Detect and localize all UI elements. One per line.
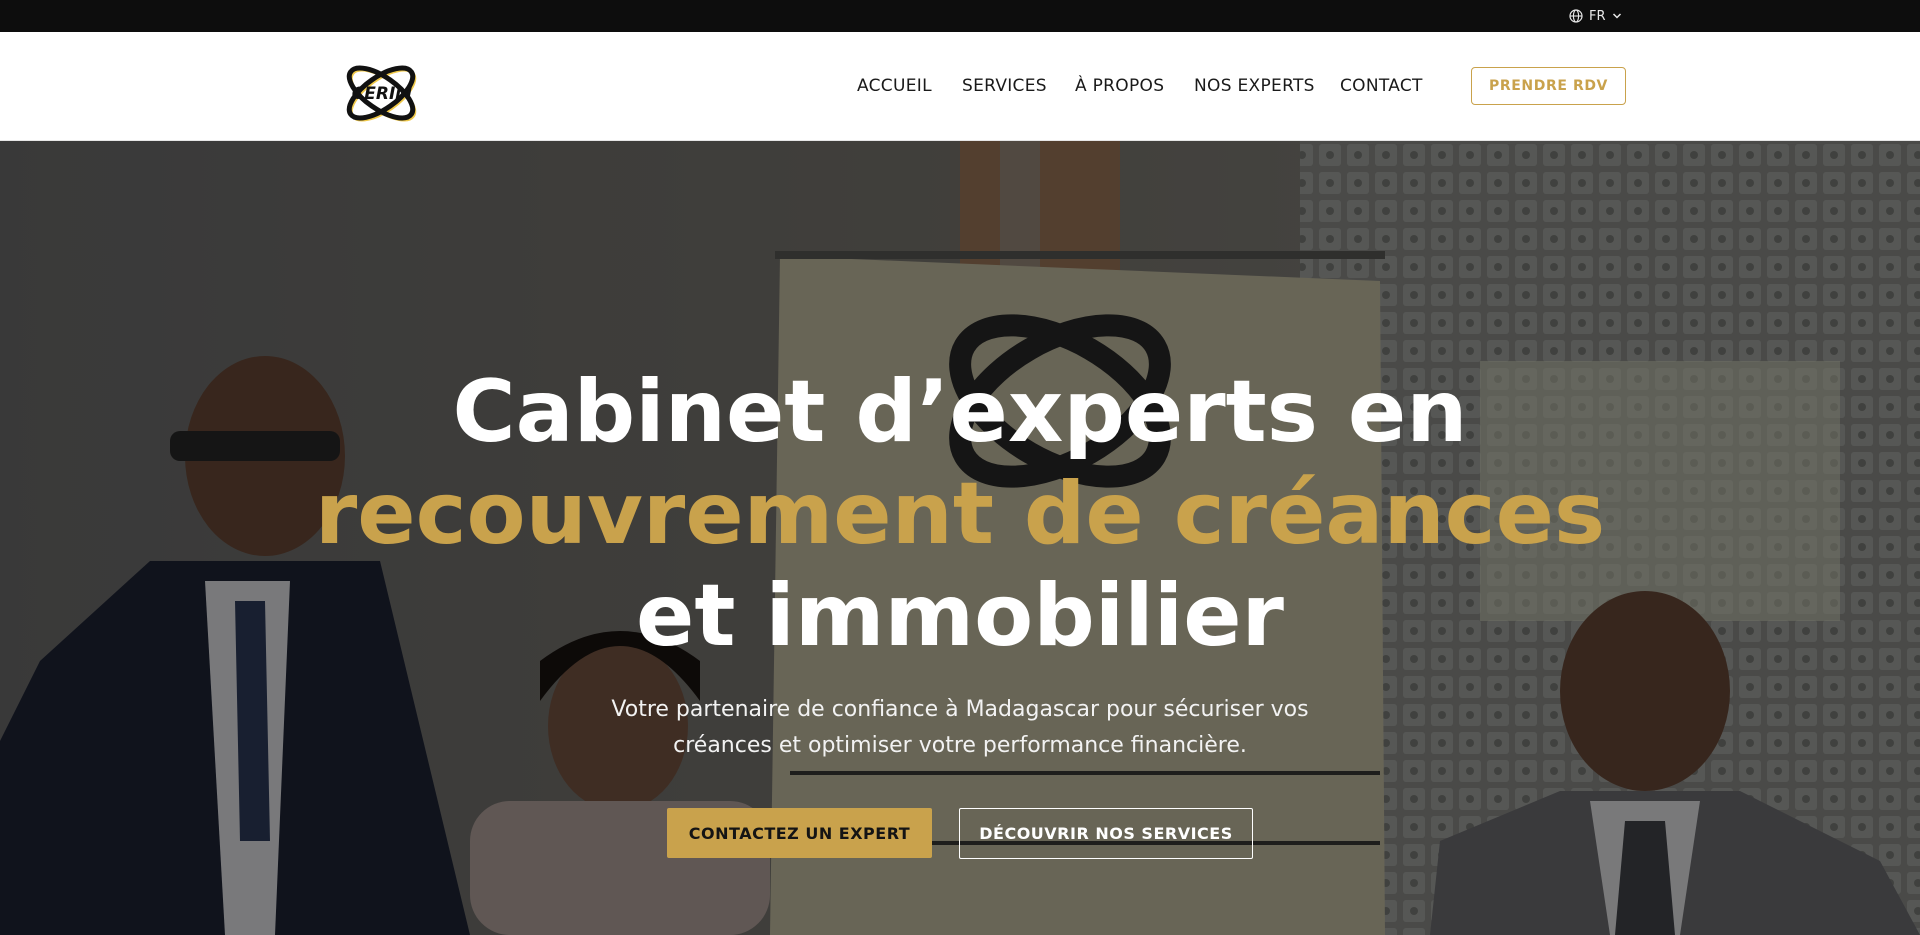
contact-expert-button[interactable]: CONTACTEZ UN EXPERT bbox=[667, 808, 932, 858]
hero-title: Cabinet d’experts en recouvrement de cré… bbox=[0, 361, 1920, 667]
nav-a-propos[interactable]: À PROPOS bbox=[1075, 76, 1164, 96]
nav-services[interactable]: SERVICES bbox=[962, 76, 1047, 96]
hero-title-line-3: et immobilier bbox=[636, 566, 1284, 666]
site-header: CERIM ACCUEIL SERVICES À PROPOS NOS EXPE… bbox=[0, 32, 1920, 141]
chevron-down-icon bbox=[1612, 12, 1622, 20]
hero-title-line-2: recouvrement de créances bbox=[314, 464, 1606, 564]
hero-subtitle: Votre partenaire de confiance à Madagasc… bbox=[611, 697, 1309, 758]
language-selector[interactable]: FR bbox=[1569, 7, 1622, 25]
globe-icon bbox=[1569, 9, 1583, 23]
nav-contact[interactable]: CONTACT bbox=[1340, 76, 1423, 96]
cerim-logo[interactable]: CERIM bbox=[342, 60, 424, 130]
nav-accueil[interactable]: ACCUEIL bbox=[857, 76, 932, 96]
svg-text:CERIM: CERIM bbox=[352, 84, 413, 104]
nav-nos-experts[interactable]: NOS EXPERTS bbox=[1194, 76, 1315, 96]
hero-section: Cabinet d’experts en recouvrement de cré… bbox=[0, 141, 1920, 935]
discover-services-button[interactable]: DÉCOUVRIR NOS SERVICES bbox=[959, 808, 1253, 859]
hero-title-line-1: Cabinet d’experts en bbox=[452, 362, 1468, 462]
prendre-rdv-button[interactable]: PRENDRE RDV bbox=[1471, 67, 1626, 105]
top-bar: FR bbox=[0, 0, 1920, 32]
language-label: FR bbox=[1589, 8, 1606, 24]
